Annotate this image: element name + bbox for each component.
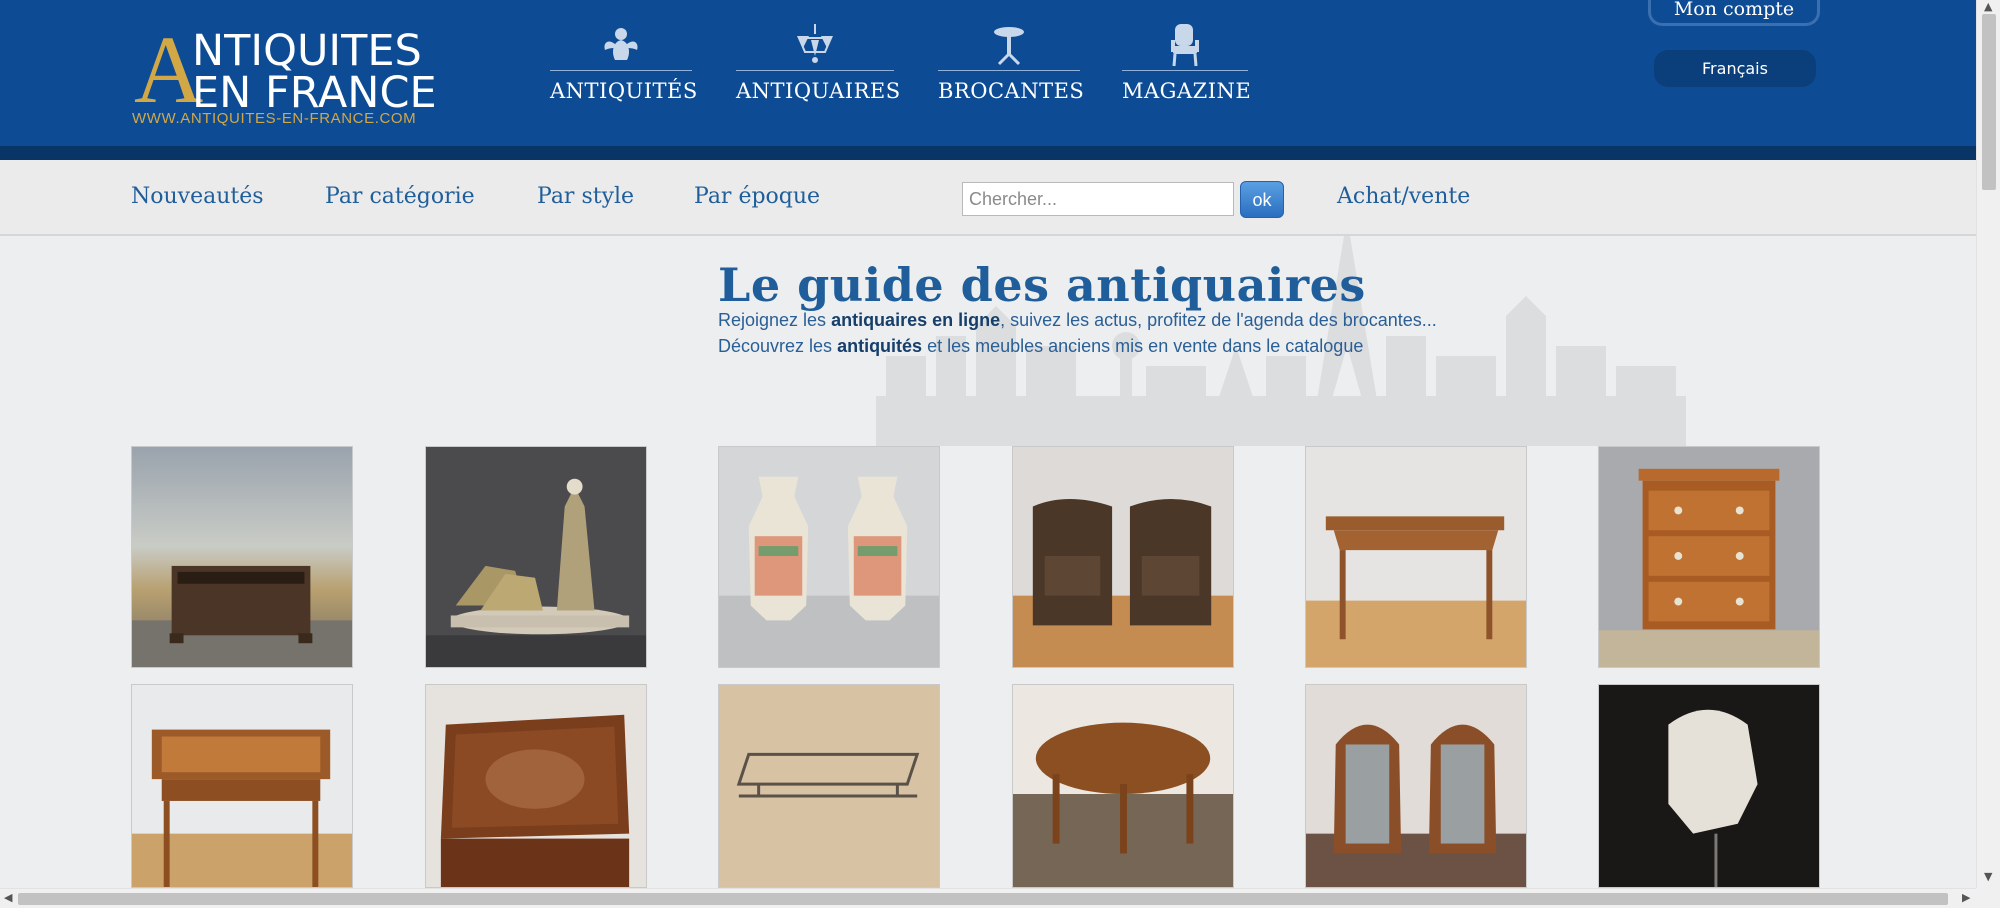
product-thumbnail-carved-box[interactable] — [425, 684, 647, 888]
cherub-icon — [604, 28, 638, 60]
product-image — [719, 447, 939, 667]
vertical-scroll-thumb[interactable] — [1982, 14, 1996, 190]
page-title: Le guide des antiquaires — [718, 258, 1366, 312]
secondary-nav: Nouveautés Par catégorie Par style Par é… — [0, 160, 1976, 236]
product-thumbnail-bust[interactable] — [1598, 684, 1820, 888]
site-logo[interactable]: A NTIQUITES EN FRANCE WWW.ANTIQUITES-EN-… — [130, 22, 450, 132]
search-input[interactable] — [962, 182, 1234, 216]
product-thumbnail-chest-of-drawers[interactable] — [1598, 446, 1820, 668]
product-thumbnail-armchairs[interactable] — [1305, 684, 1527, 888]
scroll-down-icon[interactable]: ▼ — [1984, 870, 1992, 883]
scroll-up-icon[interactable]: ▲ — [1984, 0, 1992, 13]
product-image — [1599, 447, 1819, 667]
nav-antiquaires[interactable]: ANTIQUAIRES — [736, 22, 901, 112]
product-image — [719, 685, 939, 887]
subnav-achat-vente[interactable]: Achat/vente — [1337, 184, 1470, 209]
product-image — [426, 685, 646, 887]
product-image — [1013, 685, 1233, 887]
product-image — [426, 447, 646, 667]
pedestal-table-icon — [994, 27, 1024, 66]
product-image — [132, 685, 352, 887]
subnav-par-epoque[interactable]: Par époque — [694, 184, 820, 209]
nav-brocantes-label: BROCANTES — [938, 79, 1085, 103]
chandelier-icon — [797, 24, 833, 63]
product-thumbnail-side-table[interactable] — [131, 684, 353, 888]
product-image — [1306, 447, 1526, 667]
horizontal-scrollbar[interactable]: ◀ ▶ — [0, 888, 1976, 908]
product-thumbnail-writing-table[interactable] — [1305, 446, 1527, 668]
product-thumbnail-coffee-table[interactable] — [1012, 684, 1234, 888]
product-thumbnail-vases[interactable] — [718, 446, 940, 668]
nav-brocantes[interactable]: BROCANTES — [938, 22, 1085, 112]
subnav-par-style[interactable]: Par style — [537, 184, 634, 209]
search-submit-button[interactable]: ok — [1240, 181, 1284, 218]
nav-magazine-label: MAGAZINE — [1122, 79, 1252, 103]
scroll-right-icon[interactable]: ▶ — [1962, 891, 1970, 904]
antiquites-link[interactable]: antiquités — [837, 336, 922, 356]
product-thumbnail-club-chairs[interactable] — [1012, 446, 1234, 668]
subnav-par-categorie[interactable]: Par catégorie — [325, 184, 475, 209]
product-thumbnail-luggage-rack[interactable] — [718, 684, 940, 888]
nav-antiquaires-label: ANTIQUAIRES — [736, 79, 901, 103]
subnav-nouveautes[interactable]: Nouveautés — [131, 184, 264, 209]
hero-intro-line-2: Découvrez les antiquités et les meubles … — [718, 336, 1364, 356]
hero-intro-line-1: Rejoignez les antiquaires en ligne, suiv… — [718, 310, 1437, 330]
product-image — [1599, 685, 1819, 887]
horizontal-scroll-thumb[interactable] — [18, 893, 1948, 905]
vertical-scrollbar[interactable]: ▲ ▼ — [1976, 0, 2000, 888]
antiquaires-en-ligne-link[interactable]: antiquaires en ligne — [831, 310, 1000, 330]
scrollbar-corner — [1976, 888, 2000, 908]
scroll-left-icon[interactable]: ◀ — [4, 891, 12, 904]
product-image — [1306, 685, 1526, 887]
nav-antiquites-label: ANTIQUITÉS — [550, 79, 698, 103]
account-link[interactable]: Mon compte — [1648, 0, 1820, 20]
product-image — [1013, 447, 1233, 667]
language-selector[interactable]: Français — [1654, 50, 1816, 87]
logo-url: WWW.ANTIQUITES-EN-FRANCE.COM — [132, 110, 417, 127]
header-divider — [0, 146, 1976, 160]
nav-antiquites[interactable]: ANTIQUITÉS — [550, 22, 698, 112]
product-image — [132, 447, 352, 667]
product-thumbnail-jardiniere[interactable] — [131, 446, 353, 668]
product-thumbnail-sculpture[interactable] — [425, 446, 647, 668]
armchair-icon — [1171, 24, 1199, 67]
nav-magazine[interactable]: MAGAZINE — [1122, 22, 1252, 112]
